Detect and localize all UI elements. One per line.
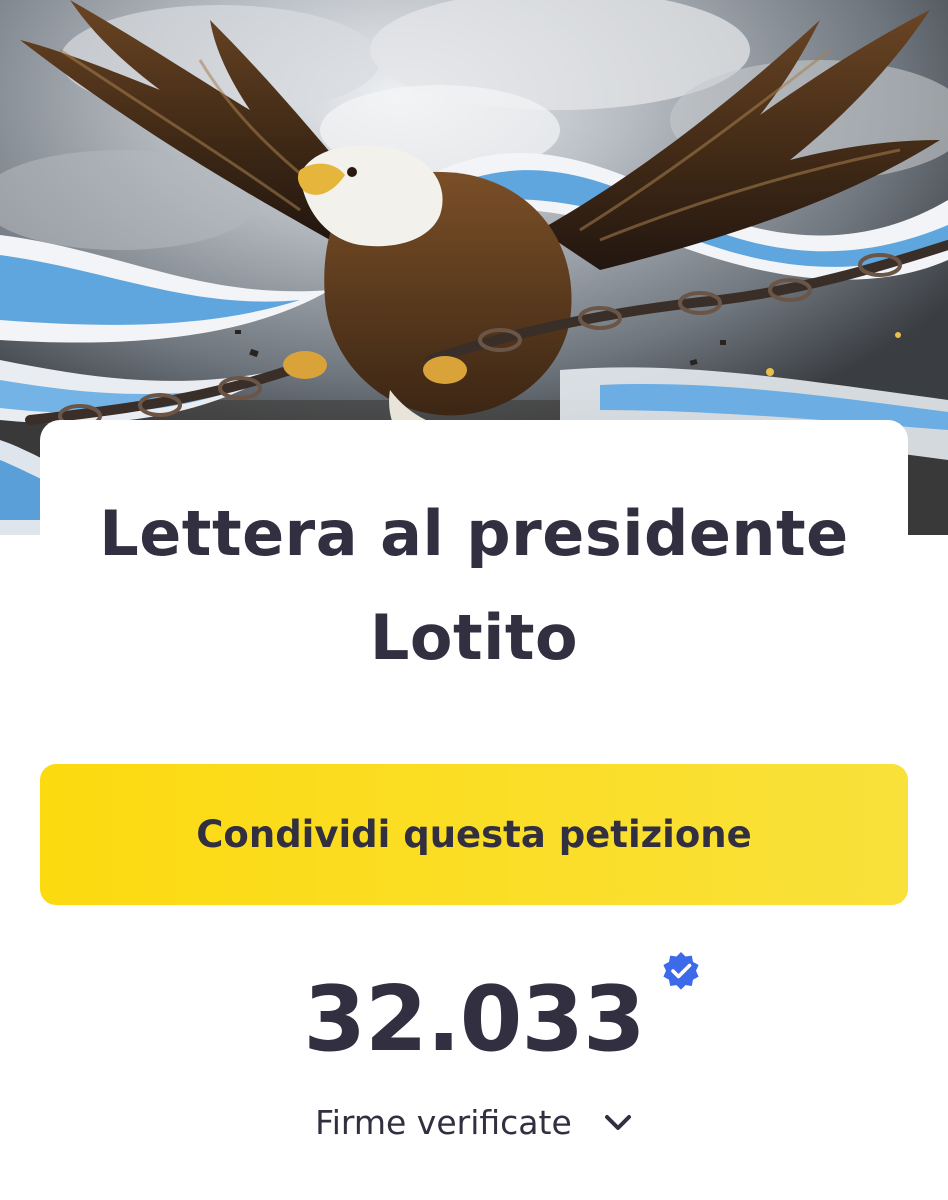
signature-count: 32.033 <box>303 967 645 1072</box>
verified-signatures-toggle[interactable]: Firme verificate <box>40 1098 908 1148</box>
signature-count-row: 32.033 <box>40 952 908 1075</box>
verified-badge-icon <box>663 952 699 990</box>
signature-count-wrap: 32.033 <box>303 952 699 1075</box>
share-petition-button[interactable]: Condividi questa petizione <box>40 764 908 905</box>
chevron-down-icon[interactable] <box>603 1112 633 1134</box>
petition-title: Lettera al presidente Lotito <box>99 497 849 674</box>
petition-page: Lettera al presidente Lotito Condividi q… <box>0 0 948 1200</box>
verified-signatures-label: Firme verificate <box>315 1103 572 1142</box>
petition-card: Lettera al presidente Lotito Condividi q… <box>40 420 908 1200</box>
